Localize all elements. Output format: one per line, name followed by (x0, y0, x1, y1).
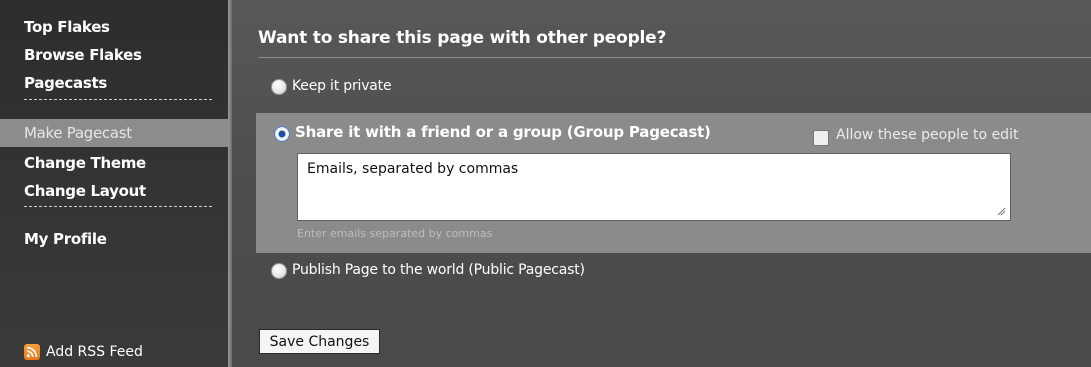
sidebar-item-make-pagecast[interactable]: Make Pagecast (0, 119, 228, 147)
radio-public-pagecast[interactable] (271, 263, 287, 279)
sidebar-divider (24, 99, 212, 100)
allow-edit-checkbox[interactable] (813, 130, 829, 146)
sidebar-divider (24, 206, 212, 207)
rss-icon (24, 344, 40, 360)
radio-group-pagecast[interactable] (274, 126, 290, 142)
sidebar-item-my-profile[interactable]: My Profile (24, 230, 107, 248)
sidebar-item-change-layout[interactable]: Change Layout (24, 182, 146, 200)
rss-label: Add RSS Feed (46, 344, 143, 360)
sidebar-item-top-flakes[interactable]: Top Flakes (24, 18, 110, 36)
allow-edit-label: Allow these people to edit (836, 127, 1019, 143)
save-button[interactable]: Save Changes (259, 329, 380, 354)
resize-grip-icon[interactable] (996, 206, 1006, 216)
emails-hint: Enter emails separated by commas (297, 227, 493, 240)
option-keep-private-label: Keep it private (292, 78, 392, 94)
app-root: Top Flakes Browse Flakes Pagecasts Make … (0, 0, 1091, 367)
group-pagecast-panel: Share it with a friend or a group (Group… (256, 113, 1091, 253)
sidebar: Top Flakes Browse Flakes Pagecasts Make … (0, 0, 228, 367)
option-group-pagecast-label: Share it with a friend or a group (Group… (295, 123, 711, 141)
sidebar-item-browse-flakes[interactable]: Browse Flakes (24, 46, 142, 64)
sidebar-item-pagecasts[interactable]: Pagecasts (24, 74, 107, 92)
sidebar-item-label: Make Pagecast (24, 124, 132, 142)
add-rss-feed-link[interactable]: Add RSS Feed (24, 344, 143, 360)
sidebar-item-change-theme[interactable]: Change Theme (24, 154, 146, 172)
emails-textarea-value: Emails, separated by commas (307, 161, 519, 177)
option-public-pagecast-label: Publish Page to the world (Public Pageca… (292, 262, 585, 278)
emails-textarea[interactable]: Emails, separated by commas (297, 153, 1011, 221)
title-divider (258, 57, 1091, 58)
radio-keep-private[interactable] (271, 79, 287, 95)
main-panel: Want to share this page with other peopl… (232, 0, 1091, 367)
page-title: Want to share this page with other peopl… (258, 28, 667, 48)
